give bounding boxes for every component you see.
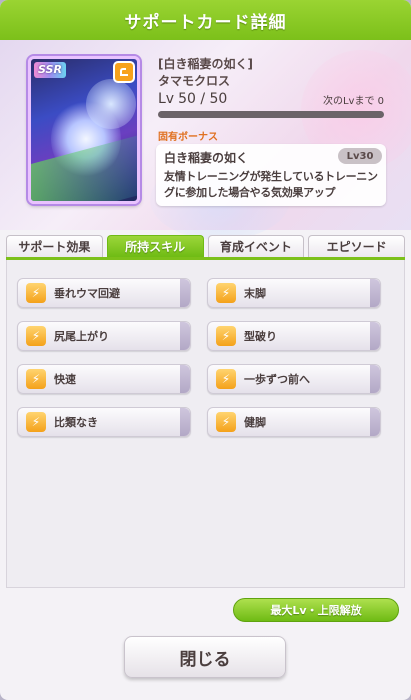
max-level-button[interactable]: 最大Lv・上限解放 [233,598,399,622]
skill-item[interactable]: ⚡ 一歩ずつ前へ [207,364,381,394]
running-icon: ⚡ [216,369,236,389]
power-type-icon [113,61,135,83]
skill-item[interactable]: ⚡ 健脚 [207,407,381,437]
running-icon: ⚡ [216,412,236,432]
level-row: Lv 50 / 50 次のLvまで 0 [158,90,384,108]
skill-item[interactable]: ⚡ 垂れウマ回避 [17,278,191,308]
skill-item[interactable]: ⚡ 末脚 [207,278,381,308]
unique-bonus-panel: 白き稲妻の如く Lv30 友情トレーニングが発生しているトレーニングに参加した場… [156,144,386,206]
card-title: [白き稲妻の如く] [158,57,253,71]
running-icon: ⚡ [26,369,46,389]
tab-training-events[interactable]: 育成イベント [207,235,305,257]
running-icon: ⚡ [26,283,46,303]
running-icon: ⚡ [26,326,46,346]
skill-item[interactable]: ⚡ 尻尾上がり [17,321,191,351]
unique-bonus-level: Lv30 [338,148,382,164]
unique-bonus-description: 友情トレーニングが発生しているトレーニングに参加した場合やる気効果アップ [164,170,378,199]
close-button[interactable]: 閉じる [124,636,286,678]
skill-item[interactable]: ⚡ 比類なき [17,407,191,437]
running-icon: ⚡ [26,412,46,432]
character-name: タマモクロス [158,74,231,88]
tab-episode[interactable]: エピソード [308,235,405,257]
modal-title: サポートカード詳細 [124,12,287,33]
rarity-badge: SSR [34,62,66,78]
skill-item[interactable]: ⚡ 快速 [17,364,191,394]
skills-list: ⚡ 垂れウマ回避 ⚡ 末脚 ⚡ 尻尾上がり ⚡ 型破り ⚡ 快速 ⚡ 一歩ずつ前… [6,260,405,588]
exp-bar [158,111,384,118]
tab-owned-skills[interactable]: 所持スキル [106,235,204,257]
tab-support-effect[interactable]: サポート効果 [6,235,103,257]
running-icon: ⚡ [216,326,236,346]
next-level-exp: 次のLvまで 0 [322,95,384,107]
unique-bonus-name: 白き稲妻の如く [164,151,249,165]
tab-bar: サポート効果 所持スキル 育成イベント エピソード [6,235,405,257]
support-card-detail-modal: サポートカード詳細 SSR [白き稲妻の如く] タマモクロス Lv 50 / 50… [0,0,411,700]
running-icon: ⚡ [216,283,236,303]
unique-bonus-label: 固有ボーナス [158,132,218,143]
card-level: Lv 50 / 50 [158,91,228,107]
title-bar: サポートカード詳細 [0,0,411,40]
skill-item[interactable]: ⚡ 型破り [207,321,381,351]
support-card-image[interactable]: SSR [28,56,140,204]
